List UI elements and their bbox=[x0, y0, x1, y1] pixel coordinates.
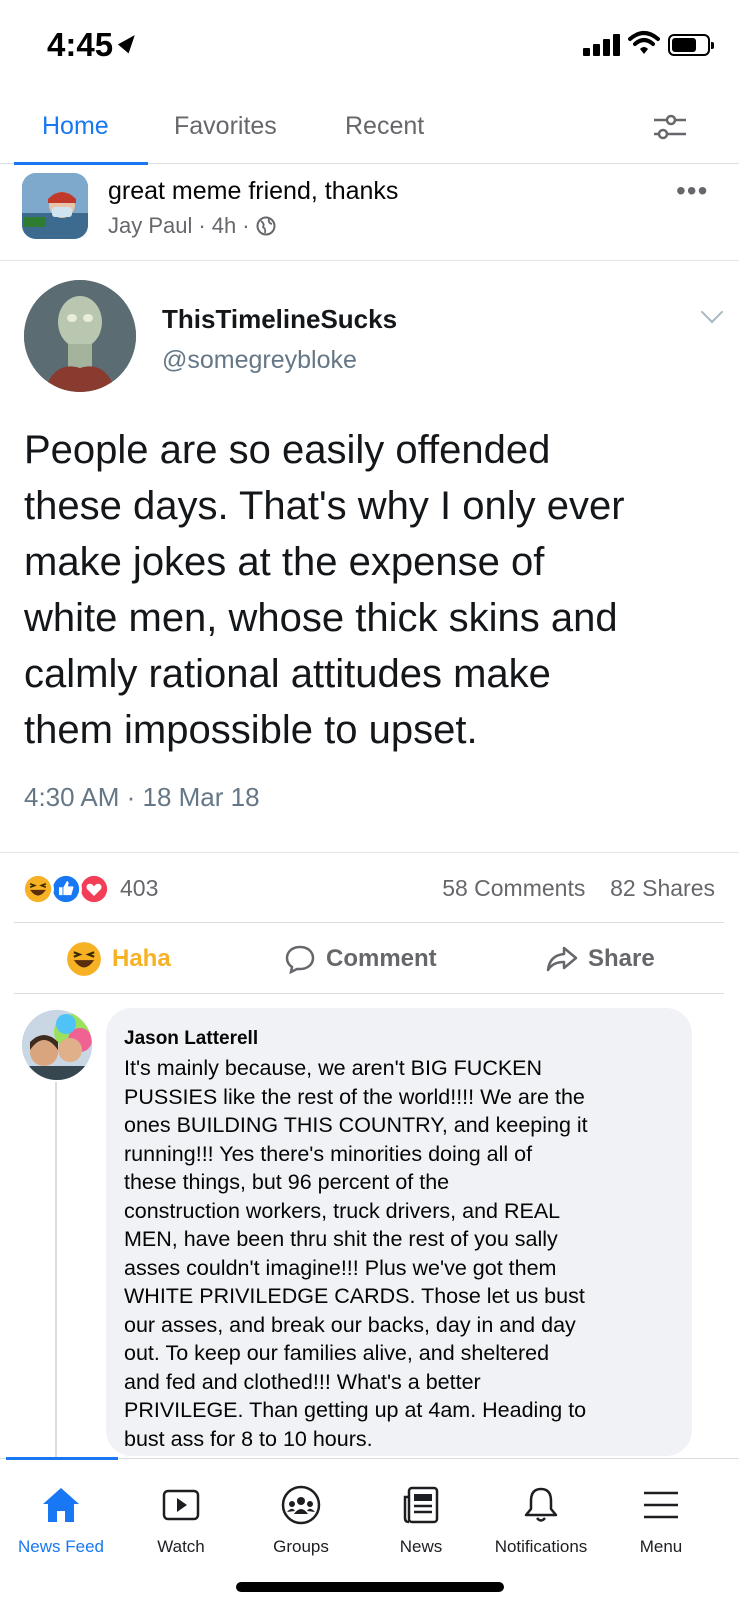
reactions-summary: 403 58 Comments 82 Shares bbox=[0, 852, 739, 922]
shares-count[interactable]: 82 Shares bbox=[610, 875, 715, 901]
post-age[interactable]: 4h bbox=[212, 213, 236, 239]
nav-label: News Feed bbox=[18, 1537, 104, 1556]
tweet-avatar bbox=[24, 280, 136, 392]
share-button[interactable]: Share bbox=[546, 923, 655, 995]
haha-icon bbox=[22, 873, 54, 905]
haha-button[interactable]: Haha bbox=[66, 923, 171, 995]
battery-icon bbox=[668, 34, 714, 56]
comment-text-line: ones BUILDING THIS COUNTRY, and keeping … bbox=[124, 1113, 588, 1137]
comment-bubble[interactable]: Jason Latterell It's mainly because, we … bbox=[106, 1008, 692, 1456]
cellular-signal-icon bbox=[583, 34, 623, 56]
tweet-text-line: People are so easily offended bbox=[24, 428, 551, 472]
post-header: great meme friend, thanks Jay Paul · 4h … bbox=[0, 165, 739, 261]
nav-label: Menu bbox=[639, 1537, 683, 1556]
comment-text-line: and fed and clothed!!! What's a better bbox=[124, 1369, 481, 1394]
comment-text-line: MEN, have been thru shit the rest of you… bbox=[124, 1227, 558, 1251]
menu-icon bbox=[644, 1491, 678, 1519]
watch-icon bbox=[162, 1489, 200, 1521]
tweet-text-line: calmly rational attitudes make bbox=[24, 652, 551, 696]
tab-favorites[interactable]: Favorites bbox=[174, 112, 277, 141]
comment-text-line: WHITE PRIVILEDGE CARDS. Those let us bus… bbox=[124, 1284, 585, 1308]
tweet-text-line: make jokes at the expense of bbox=[24, 540, 545, 584]
like-icon bbox=[50, 873, 82, 905]
nav-label: Groups bbox=[273, 1537, 329, 1556]
meta-separator: · bbox=[198, 213, 206, 238]
comment-text-line: bust ass for 8 to 10 hours. bbox=[124, 1426, 373, 1451]
feed-tabs: Home Favorites Recent bbox=[0, 100, 739, 165]
reaction-count[interactable]: 403 bbox=[120, 875, 158, 902]
share-icon bbox=[546, 946, 578, 972]
nav-label: Notifications bbox=[494, 1537, 588, 1556]
tweet-timestamp: 4:30 AM · 18 Mar 18 bbox=[24, 782, 260, 812]
tweet-text-line: these days. That's why I only ever bbox=[24, 484, 625, 528]
comment-text-line: these things, but 96 percent of the bbox=[124, 1170, 450, 1194]
share-label: Share bbox=[588, 945, 655, 972]
tweet-text-line: them impossible to upset. bbox=[24, 708, 478, 752]
bottom-navigation: News Feed Watch Groups News Notification… bbox=[0, 1457, 739, 1600]
wifi-icon bbox=[628, 31, 660, 54]
comment-label: Comment bbox=[326, 945, 437, 972]
post-meta: Jay Paul · 4h · bbox=[108, 213, 276, 239]
comment-thread-line bbox=[55, 1082, 57, 1462]
haha-label: Haha bbox=[112, 945, 171, 972]
home-icon bbox=[43, 1488, 79, 1522]
comment-text-line: PUSSIES like the rest of the world!!!! W… bbox=[124, 1084, 585, 1109]
love-icon bbox=[78, 873, 110, 905]
comment-icon bbox=[285, 945, 315, 974]
reaction-icons[interactable] bbox=[22, 873, 114, 905]
tweet-handle: @somegreybloke bbox=[162, 346, 357, 374]
comment-text-line: construction workers, truck drivers, and… bbox=[124, 1198, 561, 1223]
tweet-text: People are so easily offended these days… bbox=[24, 422, 724, 758]
post-title: great meme friend, thanks bbox=[108, 177, 399, 205]
nav-groups[interactable]: Groups bbox=[240, 1459, 362, 1559]
location-arrow-icon bbox=[117, 30, 141, 54]
comment-author[interactable]: Jason Latterell bbox=[124, 1028, 674, 1050]
post-action-bar: Haha Comment Share bbox=[14, 922, 724, 994]
comment-text-line: out. To keep our families alive, and she… bbox=[124, 1341, 550, 1365]
groups-icon bbox=[281, 1485, 321, 1525]
comments-shares-count: 58 Comments 82 Shares bbox=[442, 875, 715, 902]
bell-icon bbox=[524, 1487, 558, 1522]
nav-label: News bbox=[399, 1537, 443, 1556]
nav-label: Watch bbox=[157, 1537, 205, 1556]
meta-separator: · bbox=[242, 213, 250, 238]
tweet-display-name: ThisTimelineSucks bbox=[162, 304, 398, 334]
filter-icon[interactable] bbox=[652, 112, 688, 142]
globe-icon bbox=[256, 216, 276, 236]
comments-count[interactable]: 58 Comments bbox=[442, 875, 585, 901]
post-author-avatar[interactable] bbox=[22, 173, 88, 239]
comment-text-line: our asses, and break our backs, day in a… bbox=[124, 1312, 576, 1337]
nav-watch[interactable]: Watch bbox=[120, 1459, 242, 1559]
comment-text-line: It's mainly because, we aren't BIG FUCKE… bbox=[124, 1056, 543, 1080]
nav-news[interactable]: News bbox=[360, 1459, 482, 1559]
comment-text-line: running!!! Yes there's minorities doing … bbox=[124, 1141, 533, 1166]
comment-button[interactable]: Comment bbox=[284, 923, 437, 995]
tweet-image[interactable]: ThisTimelineSucks @somegreybloke People … bbox=[0, 262, 739, 852]
home-indicator[interactable] bbox=[236, 1582, 504, 1592]
nav-notifications[interactable]: Notifications bbox=[480, 1459, 602, 1559]
post-author-name[interactable]: Jay Paul bbox=[108, 213, 192, 239]
news-icon bbox=[403, 1486, 439, 1524]
nav-news-feed[interactable]: News Feed bbox=[0, 1459, 122, 1559]
chevron-down-icon bbox=[700, 300, 724, 324]
nav-menu[interactable]: Menu bbox=[600, 1459, 722, 1559]
status-time: 4:45 bbox=[47, 26, 114, 63]
tweet-text-line: white men, whose thick skins and bbox=[24, 596, 618, 640]
haha-icon bbox=[67, 942, 101, 976]
tab-recent[interactable]: Recent bbox=[345, 112, 424, 141]
status-bar: 4:45 bbox=[0, 0, 739, 92]
comment-text-line: PRIVILEGE. Than getting up at 4am. Headi… bbox=[124, 1398, 587, 1422]
commenter-avatar[interactable] bbox=[22, 1010, 92, 1080]
more-options-icon[interactable]: ••• bbox=[676, 175, 708, 207]
tab-home[interactable]: Home bbox=[42, 112, 109, 141]
comment-text-line: asses couldn't imagine!!! Plus we've got… bbox=[124, 1255, 557, 1280]
